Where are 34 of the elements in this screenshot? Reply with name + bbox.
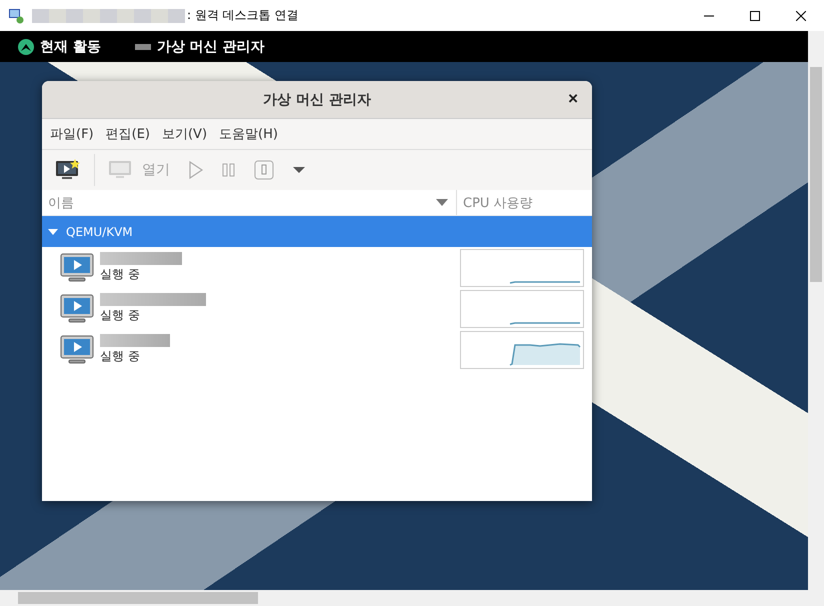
monitor-play-icon — [60, 334, 94, 364]
redacted-text — [100, 334, 170, 347]
close-button[interactable]: × — [564, 89, 582, 109]
expander-icon[interactable] — [48, 228, 58, 236]
menu-item[interactable]: 파일(F) — [45, 123, 99, 145]
activities-button[interactable]: 현재 활동 — [18, 38, 101, 56]
app-window-title: 가상 머신 관리자 — [263, 90, 371, 108]
monitor-icon — [108, 160, 132, 180]
monitor-star-icon — [55, 159, 81, 181]
vertical-scrollbar[interactable] — [808, 31, 824, 590]
menu-item[interactable]: 보기(V) — [156, 123, 212, 145]
vm-status: 실행 중 — [100, 307, 141, 324]
remote-desktop-icon — [8, 8, 24, 24]
play-icon — [188, 161, 204, 179]
monitor-play-icon — [60, 294, 94, 324]
vm-status: 실행 중 — [100, 348, 141, 365]
logo — [18, 38, 34, 54]
window-title: : 원격 데스크톱 연결 — [187, 7, 298, 24]
menu-item[interactable]: 도움말(H) — [214, 123, 283, 145]
column-header[interactable]: CPU 사용량 — [463, 194, 533, 212]
app-icon — [134, 42, 151, 50]
close-icon — [796, 10, 806, 20]
horizontal-scrollbar[interactable] — [0, 590, 824, 606]
pause-icon — [222, 163, 236, 177]
connection-row[interactable]: QEMU/KVM — [42, 216, 592, 247]
app-menu-button[interactable]: 가상 머신 관리자 — [134, 38, 265, 56]
menu-item[interactable]: 편집(E) — [100, 123, 155, 145]
power-switch-icon — [254, 160, 274, 180]
vm-status: 실행 중 — [100, 266, 141, 283]
column-header[interactable]: 이름 — [48, 194, 74, 212]
sort-caret-icon[interactable] — [436, 199, 448, 206]
monitor-play-icon — [60, 252, 94, 282]
maximize-icon — [750, 10, 760, 20]
caret-icon — [292, 166, 306, 174]
